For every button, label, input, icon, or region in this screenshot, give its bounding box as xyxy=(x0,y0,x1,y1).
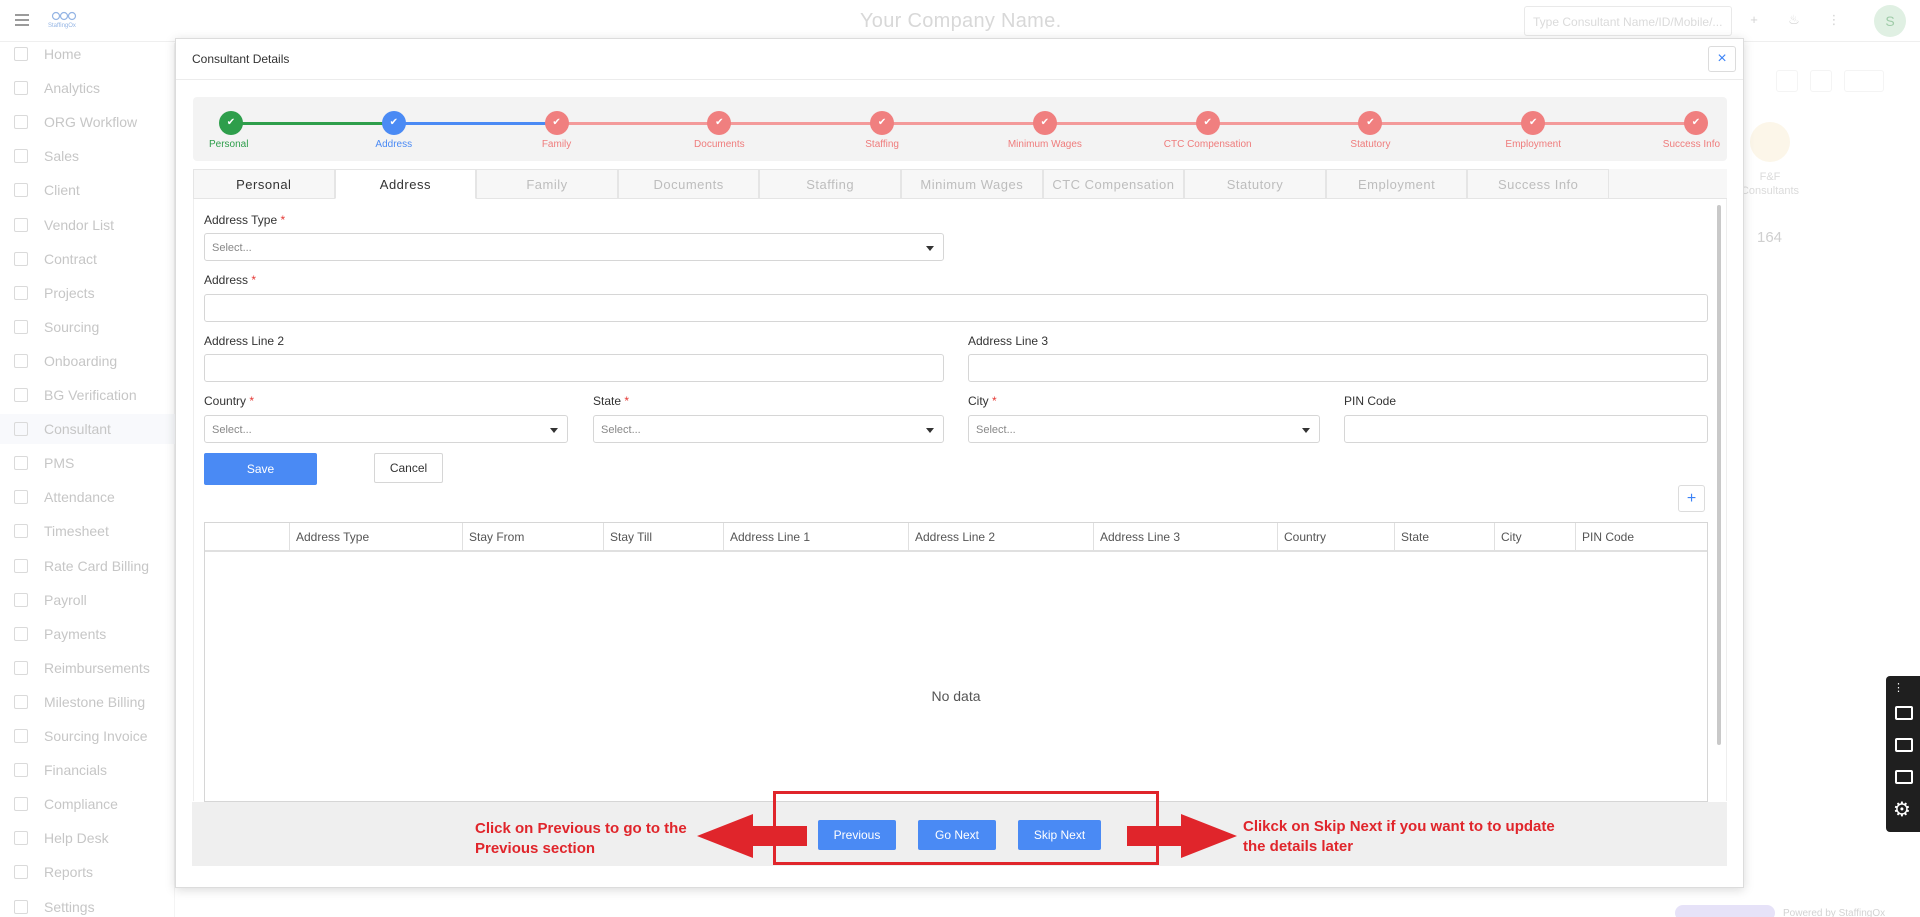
chevron-down-icon xyxy=(1302,428,1310,433)
camera-icon[interactable] xyxy=(1895,706,1913,720)
address-line3-input[interactable] xyxy=(968,354,1708,382)
section-tabs: Personal Address Family Documents Staffing Mi… xyxy=(193,169,1727,199)
pin-code-input[interactable] xyxy=(1344,415,1708,443)
save-button[interactable]: Save xyxy=(204,453,317,485)
tab-family[interactable]: Family xyxy=(476,169,618,199)
table-header: Address Type Stay From Stay Till Address Li… xyxy=(205,523,1707,552)
window-capture-icon[interactable] xyxy=(1895,770,1913,784)
previous-annotation: Click on Previous to go to the Previous … xyxy=(475,820,687,857)
address-line2-label: Address Line 2 xyxy=(204,334,285,348)
tab-address[interactable]: Address xyxy=(334,169,477,199)
pin-code-label: PIN Code xyxy=(1344,394,1397,408)
step-connector xyxy=(1207,122,1371,125)
empty-state: No data xyxy=(931,688,981,704)
table-column-header[interactable]: PIN Code xyxy=(1576,523,1709,552)
table-column-header[interactable]: Address Line 3 xyxy=(1094,523,1278,552)
address-line2-input[interactable] xyxy=(204,354,944,382)
address-label: Address * xyxy=(204,273,257,287)
table-column-header xyxy=(205,523,290,552)
city-label: City * xyxy=(968,394,997,408)
step-documents-check-icon[interactable]: ✔ xyxy=(707,111,732,135)
add-address-button[interactable]: + xyxy=(1678,485,1705,512)
tab-ctc-compensation[interactable]: CTC Compensation xyxy=(1042,169,1185,199)
step-connector xyxy=(1044,122,1208,125)
step-minimum-wages-check-icon[interactable]: ✔ xyxy=(1032,111,1057,135)
step-staffing-check-icon[interactable]: ✔ xyxy=(870,111,895,135)
address-input[interactable] xyxy=(204,294,1708,322)
step-label: Family xyxy=(541,139,572,150)
chevron-down-icon xyxy=(926,428,934,433)
chevron-down-icon xyxy=(926,246,934,251)
tab-success-info[interactable]: Success Info xyxy=(1467,169,1609,199)
tab-statutory[interactable]: Statutory xyxy=(1184,169,1326,199)
close-button[interactable]: × xyxy=(1708,46,1736,72)
step-connector xyxy=(882,122,1045,125)
toolbar-menu-icon[interactable]: ⋮ xyxy=(1893,681,1904,694)
table-column-header[interactable]: State xyxy=(1395,523,1495,552)
address-table: Address Type Stay From Stay Till Address Li… xyxy=(204,522,1708,802)
state-select[interactable]: Select... xyxy=(593,415,944,443)
video-icon[interactable] xyxy=(1895,738,1913,752)
step-personal-check-icon[interactable]: ✔ xyxy=(219,111,243,135)
step-label: Staffing xyxy=(865,139,899,150)
previous-button[interactable]: Previous xyxy=(818,820,896,850)
stepper: ✔ Personal ✔ Address ✔ Family ✔ Documents ✔ Staff… xyxy=(193,97,1727,161)
step-statutory-check-icon[interactable]: ✔ xyxy=(1358,111,1383,135)
step-employment-check-icon[interactable]: ✔ xyxy=(1521,111,1546,135)
state-label: State * xyxy=(593,394,630,408)
step-label: Employment xyxy=(1505,139,1562,150)
address-type-label: Address Type * xyxy=(204,213,286,227)
tab-staffing[interactable]: Staffing xyxy=(759,169,901,199)
step-label: Personal xyxy=(209,139,249,150)
step-connector xyxy=(393,122,557,125)
tab-employment[interactable]: Employment xyxy=(1325,169,1468,199)
step-family-check-icon[interactable]: ✔ xyxy=(544,111,569,135)
right-arrow-icon xyxy=(1127,814,1237,858)
modal-title: Consultant Details xyxy=(192,52,290,66)
gear-icon[interactable]: ⚙ xyxy=(1893,800,1911,820)
step-connector xyxy=(556,122,720,125)
step-label: Statutory xyxy=(1350,139,1391,150)
step-address-check-icon[interactable]: ✔ xyxy=(381,111,406,135)
table-column-header[interactable]: Address Type xyxy=(290,523,463,552)
table-column-header[interactable]: City xyxy=(1495,523,1576,552)
country-label: Country * xyxy=(204,394,255,408)
table-column-header[interactable]: Stay Till xyxy=(604,523,724,552)
step-label: CTC Compensation xyxy=(1163,139,1252,150)
step-label: Success Info xyxy=(1662,139,1721,150)
chevron-down-icon xyxy=(550,428,558,433)
step-label: Minimum Wages xyxy=(1007,139,1082,150)
tab-personal[interactable]: Personal xyxy=(193,169,335,199)
step-connector xyxy=(1533,122,1696,125)
table-column-header[interactable]: Address Line 1 xyxy=(724,523,909,552)
skip-next-button[interactable]: Skip Next xyxy=(1018,820,1101,850)
address-line3-label: Address Line 3 xyxy=(968,334,1049,348)
step-success-info-check-icon[interactable]: ✔ xyxy=(1684,111,1708,135)
address-type-select[interactable]: Select... xyxy=(204,233,944,261)
go-next-button[interactable]: Go Next xyxy=(918,820,996,850)
cancel-button[interactable]: Cancel xyxy=(374,453,443,483)
scrollbar[interactable] xyxy=(1717,205,1721,745)
step-connector xyxy=(719,122,883,125)
table-column-header[interactable]: Country xyxy=(1278,523,1395,552)
tab-documents[interactable]: Documents xyxy=(617,169,760,199)
skip-next-annotation: Clikck on Skip Next if you want to to up… xyxy=(1243,818,1555,855)
step-connector xyxy=(231,122,394,125)
tab-minimum-wages[interactable]: Minimum Wages xyxy=(901,169,1043,199)
step-label: Address xyxy=(375,139,413,150)
city-select[interactable]: Select... xyxy=(968,415,1320,443)
country-select[interactable]: Select... xyxy=(204,415,568,443)
step-ctc-compensation-check-icon[interactable]: ✔ xyxy=(1195,111,1220,135)
table-column-header[interactable]: Address Line 2 xyxy=(909,523,1094,552)
modal-divider xyxy=(176,79,1743,80)
table-column-header[interactable]: Stay From xyxy=(463,523,604,552)
recording-toolbar: ⋮ ⚙ xyxy=(1886,676,1920,832)
step-connector xyxy=(1370,122,1534,125)
step-label: Documents xyxy=(694,139,745,150)
left-arrow-icon xyxy=(697,814,807,858)
